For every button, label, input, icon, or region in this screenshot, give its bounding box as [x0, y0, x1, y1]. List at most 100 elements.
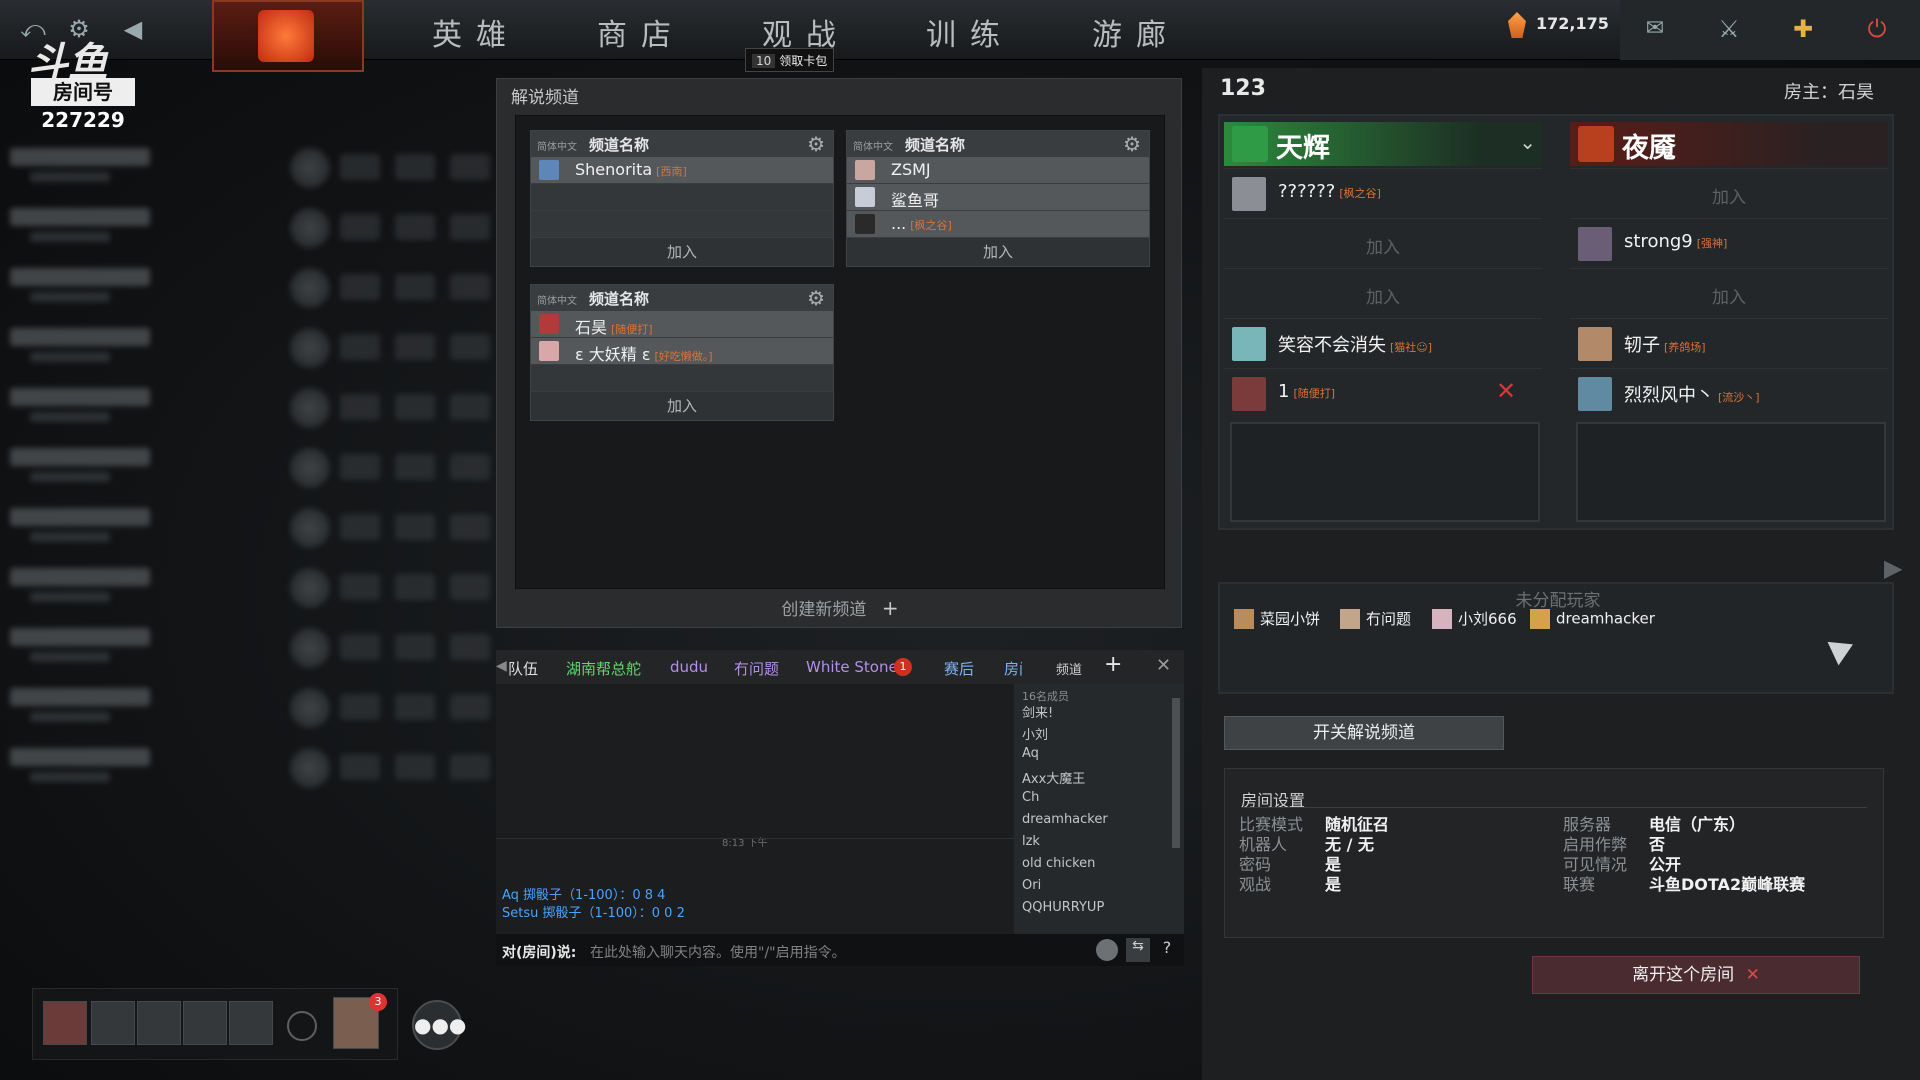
chat-member[interactable]: Aq: [1014, 746, 1184, 768]
join-channel-button[interactable]: 加入: [847, 238, 1149, 266]
channel-member[interactable]: Shenorita [西南]: [531, 157, 833, 184]
expand-arrow-icon[interactable]: ▶: [1884, 554, 1902, 582]
member-name-text: Shenorita: [575, 160, 653, 179]
chat-tab[interactable]: 湖南帮总舵: [566, 658, 641, 679]
unassigned-player[interactable]: 小刘666: [1432, 608, 1517, 629]
player-slot[interactable]: strong9 [强神]: [1570, 218, 1888, 266]
chat-member[interactable]: dreamhacker: [1014, 812, 1184, 834]
player-name: 小刘666: [1458, 610, 1517, 628]
chat-message: Setsu 掷骰子（1-100）：0 0 2: [502, 906, 685, 921]
empty-slot[interactable]: 加入: [1224, 268, 1542, 316]
member-name: 石昊 [随便打]: [575, 314, 653, 338]
emoji-icon[interactable]: [1096, 939, 1118, 961]
channel-grid: 简体中文 频道名称 ⚙ Shenorita [西南] 加入 简体中文 频道名称 ⚙ ZSMJ 鲨鱼哥…: [515, 115, 1165, 589]
setting-row: 联赛 斗鱼DOTA2巅峰联赛: [1563, 871, 1805, 895]
team-dropdown-chevron-icon[interactable]: ⌄: [1519, 130, 1536, 154]
chat-input-field[interactable]: 在此处输入聊天内容。使用"/"启用指令。: [590, 942, 846, 962]
unassigned-player[interactable]: dreamhacker: [1530, 608, 1655, 629]
blurred-stat: [395, 214, 435, 240]
top-nav-item[interactable]: 游廊: [1092, 10, 1180, 54]
empty-slot[interactable]: 加入: [1570, 168, 1888, 216]
chat-member[interactable]: 剑来!: [1014, 702, 1184, 724]
channel-member[interactable]: ZSMJ: [847, 157, 1149, 184]
mail-icon[interactable]: ✉: [1640, 14, 1670, 44]
blurred-stat: [450, 334, 490, 360]
player-slot[interactable]: ?????? [枫之谷]: [1224, 168, 1542, 216]
chat-member[interactable]: Ori: [1014, 878, 1184, 900]
channel-empty-slot: [531, 365, 833, 392]
join-slot-button[interactable]: 加入: [1224, 233, 1542, 258]
close-chat-icon[interactable]: ✕: [1156, 655, 1171, 676]
blurred-player-row: [0, 200, 230, 256]
channel-member[interactable]: ε 大妖精 ε [好吃懒做。]: [531, 338, 833, 365]
join-slot-button[interactable]: 加入: [1570, 283, 1888, 308]
party-slot-empty[interactable]: [137, 1001, 181, 1045]
chat-tab[interactable]: dudu: [670, 658, 708, 676]
party-slot-empty[interactable]: [91, 1001, 135, 1045]
add-channel-icon[interactable]: +: [1104, 652, 1122, 677]
create-channel-button[interactable]: 创建新频道 +: [497, 595, 1183, 620]
player-slot[interactable]: 烈烈风中丶 [流沙丶]: [1570, 368, 1888, 416]
douyu-logo: 斗鱼: [28, 40, 108, 86]
chat-panel: ◀队伍 湖南帮总舵 dudu 冇问题 White Stone 赛后 房间 1 频道 + ✕ 8:13…: [496, 650, 1184, 966]
top-nav-item[interactable]: 商店: [597, 10, 685, 54]
chat-member[interactable]: old chicken: [1014, 856, 1184, 878]
gear-icon[interactable]: ⚙: [807, 286, 825, 310]
channel-member[interactable]: 石昊 [随便打]: [531, 311, 833, 338]
join-slot-button[interactable]: 加入: [1224, 283, 1542, 308]
tab-scroll-left-icon[interactable]: ◀: [496, 658, 507, 674]
leave-room-button[interactable]: 离开这个房间 ✕: [1532, 956, 1860, 994]
join-slot-button[interactable]: 加入: [1570, 183, 1888, 208]
chat-tab[interactable]: 冇问题: [734, 658, 779, 679]
join-channel-button[interactable]: 加入: [531, 392, 833, 420]
player-slot[interactable]: 轫子 [养鸽场]: [1570, 318, 1888, 366]
translate-icon[interactable]: ⇆: [1126, 938, 1150, 962]
chat-member[interactable]: Axx大魔王: [1014, 768, 1184, 790]
gear-icon[interactable]: ⚙: [1123, 132, 1141, 156]
party-slot-self[interactable]: [43, 1001, 87, 1045]
member-list-scrollbar[interactable]: [1172, 698, 1180, 848]
party-slot-empty[interactable]: [183, 1001, 227, 1045]
chat-member[interactable]: QQHURRYUP: [1014, 900, 1184, 922]
armory-icon[interactable]: ⚔: [1714, 14, 1744, 44]
gear-icon[interactable]: ⚙: [807, 132, 825, 156]
help-button[interactable]: ?: [1156, 938, 1178, 962]
chat-member[interactable]: 小刘: [1014, 724, 1184, 746]
toggle-broadcast-channel-button[interactable]: 开关解说频道: [1224, 716, 1504, 750]
chat-input-bar[interactable]: 对(房间)说: 在此处输入聊天内容。使用"/"启用指令。 ⇆ ?: [496, 934, 1184, 966]
player-slot[interactable]: 笑容不会消失 [猫社☺]: [1224, 318, 1542, 366]
empty-slot[interactable]: 加入: [1570, 268, 1888, 316]
top-nav-item[interactable]: 英雄: [432, 10, 520, 54]
chat-tab[interactable]: 房间: [1004, 658, 1022, 679]
party-slot-empty[interactable]: [229, 1001, 273, 1045]
dota-home-button[interactable]: [212, 0, 364, 72]
shards-icon: [1508, 12, 1526, 38]
guild-tag: [流沙丶]: [1718, 391, 1760, 404]
chat-tab[interactable]: White Stone: [806, 658, 898, 676]
social-menu-icon[interactable]: ●●●: [412, 1000, 466, 1050]
claim-pack-tooltip[interactable]: 10 领取卡包: [745, 48, 835, 72]
channel-member[interactable]: 鲨鱼哥: [847, 184, 1149, 211]
chat-member[interactable]: lzk: [1014, 834, 1184, 856]
power-icon[interactable]: ⏻: [1862, 14, 1892, 44]
plus-icon[interactable]: ✚: [1788, 14, 1818, 44]
blurred-medal-icon: [290, 688, 330, 728]
channel-empty-slot: [531, 211, 833, 238]
player-slot[interactable]: 1 [随便打] ✕: [1224, 368, 1542, 416]
join-channel-button[interactable]: 加入: [531, 238, 833, 266]
voice-icon[interactable]: [287, 1011, 317, 1041]
chat-tab[interactable]: 队伍: [508, 658, 538, 679]
unread-badge: 1: [894, 658, 912, 676]
chat-member[interactable]: Ch: [1014, 790, 1184, 812]
blurred-name: [10, 688, 150, 706]
unassigned-player[interactable]: 冇问题: [1340, 608, 1411, 629]
empty-slot[interactable]: 加入: [1224, 218, 1542, 266]
channel-member[interactable]: ... [枫之谷]: [847, 211, 1149, 238]
app-root: ⤺ ⚙ ◀ 172,175 ✉ ⚔ ✚ ⏻ 英雄 商店 观战 训练 游廊 10 领取卡包 …: [0, 0, 1920, 1080]
chat-tab[interactable]: 赛后: [944, 658, 974, 679]
setting-value: 斗鱼DOTA2巅峰联赛: [1649, 875, 1806, 894]
top-nav-item[interactable]: 训练: [926, 10, 1014, 54]
kick-player-icon[interactable]: ✕: [1496, 377, 1516, 405]
unassigned-player[interactable]: 菜园小饼: [1234, 608, 1320, 629]
channels-button[interactable]: 频道: [1056, 659, 1082, 678]
